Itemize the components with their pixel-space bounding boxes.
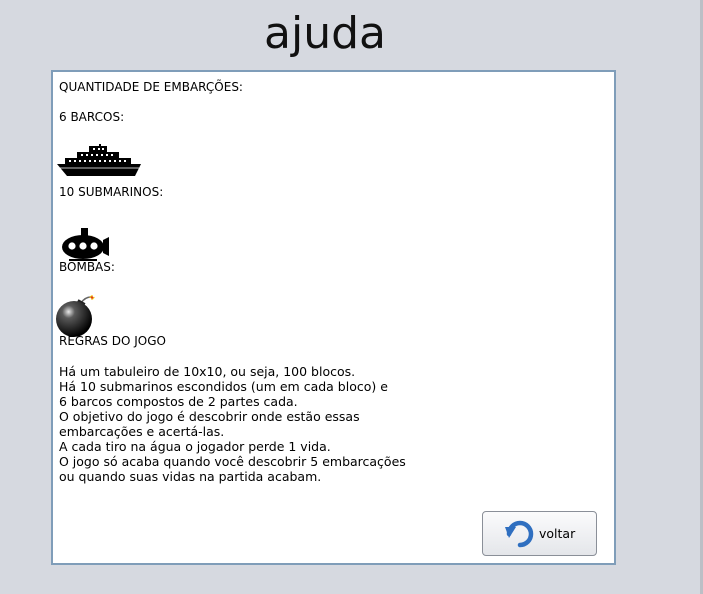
rules-line: Há um tabuleiro de 10x10, ou seja, 100 b… [59,364,356,379]
submarine-icon [62,228,109,261]
rules-line: ou quando suas vidas na partida acabam. [59,469,322,484]
ship-icon [57,144,141,176]
bombs-label: BOMBAS: [59,260,115,274]
rules-line: O objetivo do jogo é descobrir onde estã… [59,409,360,424]
bomb-icon [56,295,95,337]
rules-line: embarcações e acertá-las. [59,424,225,439]
rules-line: Há 10 submarinos escondidos (um em cada … [59,379,388,394]
rules-line: A cada tiro na água o jogador perde 1 vi… [59,439,331,454]
undo-arrow-icon [505,520,534,547]
boats-label: 6 BARCOS: [59,110,125,124]
rules-heading: REGRAS DO JOGO [59,334,166,348]
submarines-label: 10 SUBMARINOS: [59,185,164,199]
page-title: ajuda [264,8,386,59]
rules-line: 6 barcos compostos de 2 partes cada. [59,394,298,409]
quantity-heading: QUANTIDADE DE EMBARÇÕES: [59,80,243,94]
back-button-label: voltar [539,526,576,541]
rules-text: Há um tabuleiro de 10x10, ou seja, 100 b… [59,364,406,484]
rules-line: O jogo só acaba quando você descobrir 5 … [59,454,406,469]
help-panel: QUANTIDADE DE EMBARÇÕES: 6 BARCOS: 10 SU… [51,70,616,565]
back-button[interactable]: voltar [482,511,597,556]
